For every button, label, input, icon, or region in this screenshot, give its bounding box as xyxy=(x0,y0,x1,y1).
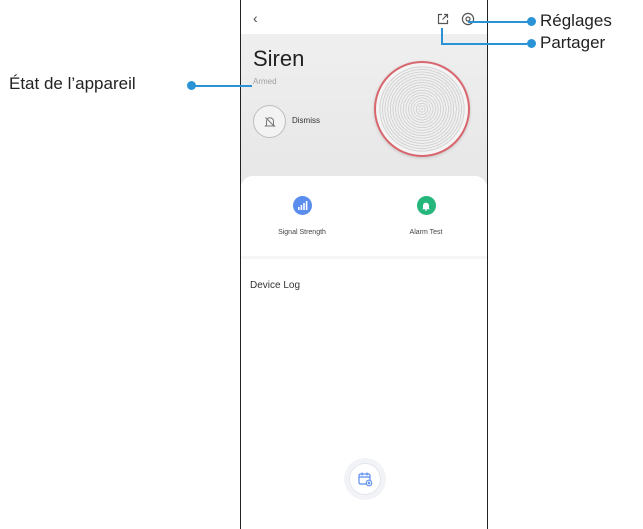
share-callout-dot xyxy=(527,39,536,48)
device-card: Signal Strength Alarm Test Device Log xyxy=(241,176,487,529)
settings-callout-line xyxy=(468,21,528,23)
signal-icon xyxy=(292,196,312,215)
share-icon[interactable] xyxy=(436,12,450,26)
alarm-test-tile[interactable]: Alarm Test xyxy=(371,196,481,236)
share-callout-label: Partager xyxy=(540,33,606,52)
device-status: Armed xyxy=(253,77,277,86)
top-bar: ‹ xyxy=(241,0,487,34)
device-log-title: Device Log xyxy=(250,280,301,291)
dismiss-label: Dismiss xyxy=(292,116,320,125)
share-callout-line-v xyxy=(441,28,443,44)
device-state-callout-line xyxy=(192,85,252,87)
device-state-callout-label: État de l’appareil xyxy=(9,74,136,93)
settings-callout-label: Réglages xyxy=(540,11,612,30)
gear-icon[interactable] xyxy=(461,12,475,26)
phone-screen: ‹ Siren Armed Dismiss Signal Strength Al… xyxy=(240,0,488,529)
device-name: Siren xyxy=(253,46,305,71)
settings-callout-dot xyxy=(527,17,536,26)
calendar-icon xyxy=(358,472,373,487)
calendar-filter-button[interactable] xyxy=(344,458,386,500)
share-callout-line-h xyxy=(441,43,527,45)
signal-strength-tile[interactable]: Signal Strength xyxy=(247,196,357,236)
bell-off-icon xyxy=(263,116,276,127)
divider xyxy=(241,256,487,259)
back-button[interactable]: ‹ xyxy=(253,10,258,26)
alarm-test-label: Alarm Test xyxy=(409,229,443,236)
signal-strength-label: Signal Strength xyxy=(278,229,326,236)
siren-device-image xyxy=(374,61,470,157)
dismiss-button[interactable] xyxy=(253,105,286,138)
bell-icon xyxy=(416,196,436,215)
